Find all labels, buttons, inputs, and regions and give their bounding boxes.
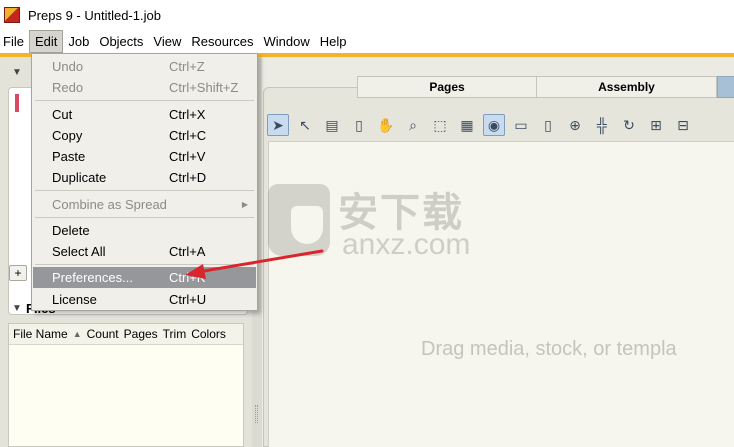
page-arrow-icon[interactable]: ▯: [348, 114, 370, 136]
splitter-grip[interactable]: [255, 405, 258, 423]
layout-grid-icon[interactable]: ⊞: [645, 114, 667, 136]
zoom-icon[interactable]: ⌕: [402, 114, 424, 136]
menu-job[interactable]: Job: [63, 30, 94, 53]
menu-separator: [35, 264, 254, 265]
document-icon[interactable]: ▯: [537, 114, 559, 136]
pointer-icon[interactable]: ↖: [294, 114, 316, 136]
page-number-icon[interactable]: ▤: [321, 114, 343, 136]
eye-icon[interactable]: ◉: [483, 114, 505, 136]
menu-item-license[interactable]: License Ctrl+U: [33, 289, 256, 310]
crop-marks-icon[interactable]: ╬: [591, 114, 613, 136]
edit-menu-dropdown: Undo Ctrl+Z Redo Ctrl+Shift+Z Cut Ctrl+X Co…: [31, 53, 258, 311]
crosshair-icon[interactable]: ⊕: [564, 114, 586, 136]
toolbar: ➤ ↖ ▤ ▯ ✋ ⌕ ⬚ ▦ ◉ ▭ ▯ ⊕ ╬ ↻ ⊞ ⊟: [267, 110, 734, 140]
menu-bar: File Edit Job Objects View Resources Win…: [0, 30, 734, 53]
marquee-icon[interactable]: ⬚: [429, 114, 451, 136]
menu-item-duplicate[interactable]: Duplicate Ctrl+D: [33, 167, 256, 188]
menu-window[interactable]: Window: [259, 30, 315, 53]
menu-item-paste[interactable]: Paste Ctrl+V: [33, 146, 256, 167]
view-tabs: Pages Assembly: [357, 76, 734, 98]
file-table-header: File Name ▲ Count Pages Trim Colors: [9, 324, 243, 345]
files-collapse-triangle-icon[interactable]: ▼: [12, 303, 22, 314]
file-table[interactable]: File Name ▲ Count Pages Trim Colors: [8, 323, 244, 447]
menu-view[interactable]: View: [148, 30, 186, 53]
menu-separator: [35, 190, 254, 191]
menu-item-select-all[interactable]: Select All Ctrl+A: [33, 241, 256, 262]
menu-separator: [35, 217, 254, 218]
tab-pages[interactable]: Pages: [357, 76, 537, 98]
menu-help[interactable]: Help: [315, 30, 352, 53]
rotate-icon[interactable]: ↻: [618, 114, 640, 136]
collapse-triangle-icon[interactable]: ▼: [12, 67, 22, 78]
tab-extra[interactable]: [717, 76, 734, 98]
column-trim[interactable]: Trim: [163, 327, 187, 341]
menu-objects[interactable]: Objects: [94, 30, 148, 53]
column-file-name[interactable]: File Name: [13, 327, 68, 341]
column-count[interactable]: Count: [87, 327, 119, 341]
app-icon: [4, 7, 20, 23]
menu-resources[interactable]: Resources: [186, 30, 258, 53]
list-item-marker: [15, 94, 19, 112]
sort-ascending-icon: ▲: [72, 329, 82, 339]
menu-file[interactable]: File: [0, 30, 29, 53]
tab-assembly[interactable]: Assembly: [537, 76, 717, 98]
column-colors[interactable]: Colors: [191, 327, 226, 341]
color-grid-icon[interactable]: ▦: [456, 114, 478, 136]
menu-edit[interactable]: Edit: [28, 30, 64, 53]
hand-icon[interactable]: ✋: [375, 114, 397, 136]
menu-item-undo[interactable]: Undo Ctrl+Z: [33, 56, 256, 77]
title-bar: Preps 9 - Untitled-1.job: [0, 0, 734, 30]
ruler-icon[interactable]: ▭: [510, 114, 532, 136]
menu-item-preferences[interactable]: Preferences... Ctrl+K: [33, 267, 256, 288]
window-title: Preps 9 - Untitled-1.job: [28, 7, 161, 23]
menu-item-cut[interactable]: Cut Ctrl+X: [33, 104, 256, 125]
menu-item-combine-as-spread[interactable]: Combine as Spread ▶: [33, 194, 256, 215]
add-button[interactable]: +: [9, 265, 27, 281]
layout-split-icon[interactable]: ⊟: [672, 114, 694, 136]
layout-canvas[interactable]: Drag media, stock, or templa: [268, 141, 734, 447]
select-arrow-icon[interactable]: ➤: [267, 114, 289, 136]
menu-item-delete[interactable]: Delete: [33, 220, 256, 241]
menu-separator: [35, 100, 254, 101]
drag-hint: Drag media, stock, or templa: [421, 338, 677, 360]
submenu-arrow-icon: ▶: [241, 200, 248, 209]
menu-item-copy[interactable]: Copy Ctrl+C: [33, 125, 256, 146]
column-pages[interactable]: Pages: [124, 327, 158, 341]
menu-item-redo[interactable]: Redo Ctrl+Shift+Z: [33, 77, 256, 98]
